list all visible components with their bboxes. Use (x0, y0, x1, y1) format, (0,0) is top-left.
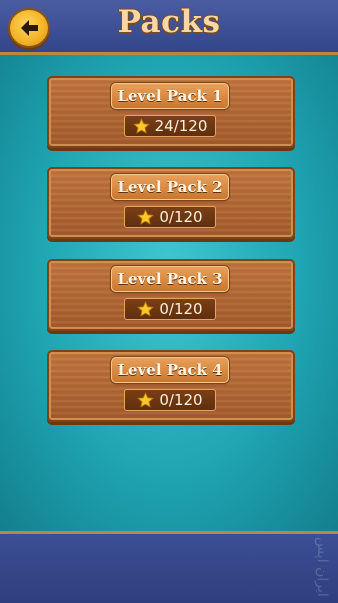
level-pack-score: 24/120 (154, 117, 208, 135)
star-icon (137, 391, 155, 408)
level-pack-score: 0/120 (159, 300, 203, 318)
level-pack-title: Level Pack 2 (111, 174, 229, 200)
bottom-bar: ایران اپس (0, 531, 338, 603)
watermark: ایران اپس (314, 537, 330, 597)
level-pack-card[interactable]: Level Pack 1 24/120 (47, 76, 295, 148)
level-pack-progress: 0/120 (124, 298, 216, 320)
top-bar: Packs (0, 0, 338, 55)
level-pack-title: Level Pack 3 (111, 266, 229, 292)
page-title: Packs (117, 4, 221, 40)
level-pack-title: Level Pack 1 (111, 83, 229, 109)
level-pack-progress: 0/120 (124, 389, 216, 411)
pack-list: Level Pack 1 24/120 Level Pack 2 0/120 L… (0, 55, 338, 531)
star-icon (132, 117, 150, 134)
level-pack-title: Level Pack 4 (111, 357, 229, 383)
level-pack-score: 0/120 (159, 391, 203, 409)
level-pack-progress: 24/120 (124, 115, 216, 137)
level-pack-card[interactable]: Level Pack 2 0/120 (47, 167, 295, 239)
level-pack-progress: 0/120 (124, 206, 216, 228)
star-icon (137, 300, 155, 317)
level-pack-card[interactable]: Level Pack 4 0/120 (47, 350, 295, 422)
level-pack-card[interactable]: Level Pack 3 0/120 (47, 259, 295, 331)
level-pack-score: 0/120 (159, 208, 203, 226)
star-icon (137, 208, 155, 225)
